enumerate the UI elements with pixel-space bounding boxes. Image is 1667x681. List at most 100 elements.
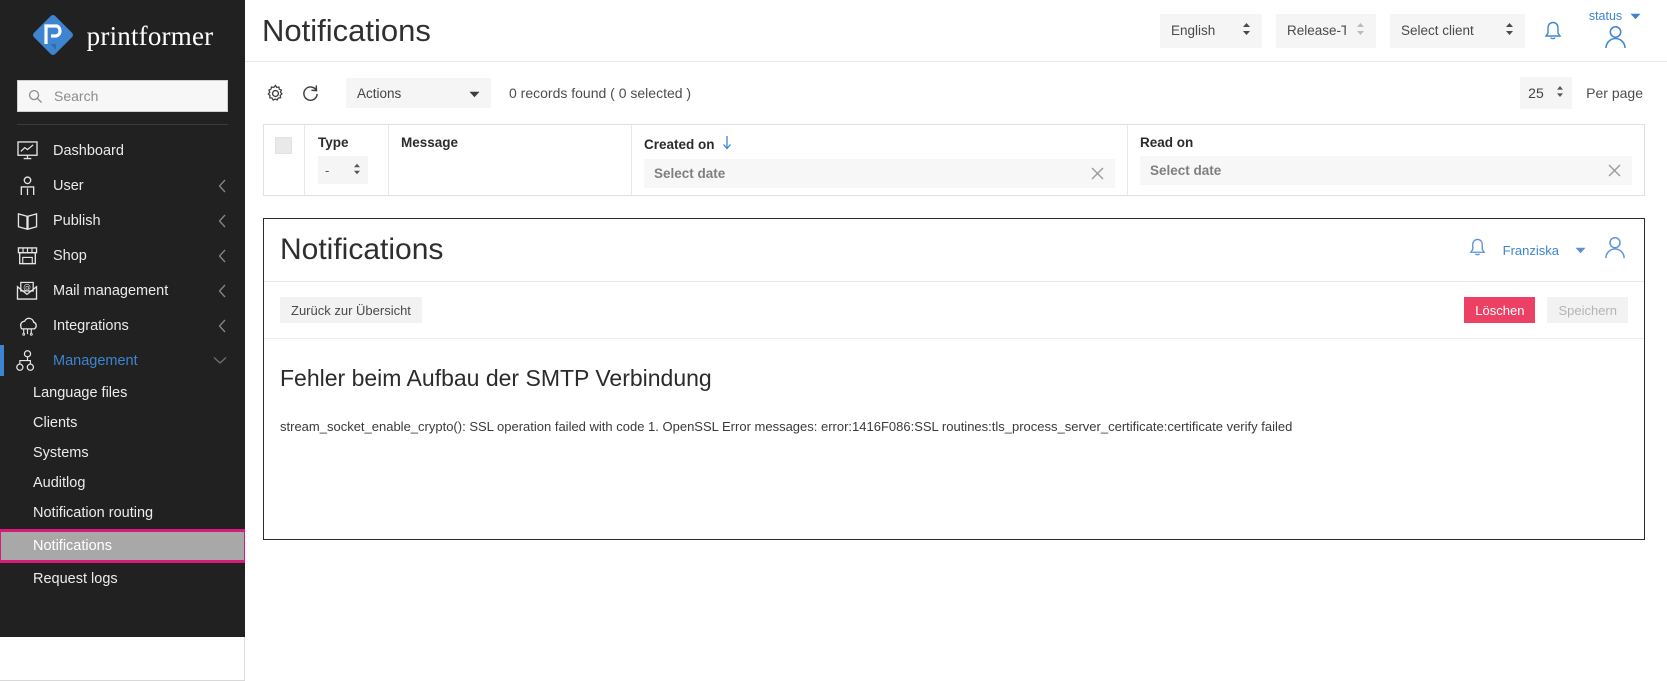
actions-dropdown-label: Actions (357, 86, 401, 101)
list-toolbar: Actions 0 records found ( 0 selected ) 2… (245, 62, 1667, 124)
client-select-value: Select client (1401, 23, 1474, 38)
detail-panel-title: Notifications (280, 235, 443, 265)
sidebar-item-label: User (53, 178, 205, 194)
column-label-type: Type (318, 135, 376, 150)
printformer-logo-icon (32, 14, 76, 58)
chevron-down-icon (213, 356, 227, 365)
sidebar-item-label: Shop (53, 248, 205, 264)
detail-panel-user-area: Franziska (1468, 235, 1628, 265)
read-on-date-filter[interactable]: Select date (1140, 156, 1632, 185)
language-select-value: English (1171, 23, 1215, 38)
sidebar-subitem-notifications[interactable]: Notifications (0, 531, 245, 561)
save-button[interactable]: Speichern (1547, 297, 1628, 323)
search-icon (28, 89, 43, 104)
sidebar-item-user[interactable]: User (0, 168, 245, 203)
search-box[interactable] (17, 80, 228, 112)
svg-text:@: @ (23, 282, 31, 291)
user-menu[interactable]: status (1581, 7, 1649, 55)
sidebar-subitem-label: Auditlog (33, 475, 85, 491)
select-all-checkbox[interactable] (275, 137, 292, 154)
updown-arrows-icon (353, 163, 361, 178)
brand-name: printformer (87, 21, 214, 52)
table-header-read-on: Read on Select date (1128, 125, 1644, 195)
chevron-left-icon (218, 214, 227, 228)
sidebar-item-publish[interactable]: Publish (0, 203, 245, 238)
notification-detail-panel: Notifications Franziska (263, 218, 1645, 540)
column-label-created-on[interactable]: Created on (644, 135, 1115, 153)
table-header-message: Message (389, 125, 632, 195)
updown-arrows-icon (1556, 85, 1564, 101)
user-status-row: status (1589, 7, 1641, 25)
monitor-chart-icon (14, 140, 40, 162)
sidebar-subitem-clients[interactable]: Clients (0, 408, 245, 438)
sidebar-subitem-label: Notification routing (33, 505, 153, 521)
bell-icon[interactable] (1468, 237, 1487, 263)
storefront-icon (14, 245, 40, 267)
header-controls: English Release-Tes (1160, 7, 1653, 55)
application-window: printformer (0, 0, 1667, 681)
sidebar-item-management[interactable]: Management (0, 343, 245, 378)
sidebar-item-mail-management[interactable]: @ Mail management (0, 273, 245, 308)
cloud-integration-icon (14, 315, 40, 337)
created-on-date-filter[interactable]: Select date (644, 159, 1115, 188)
records-count: 0 records found ( 0 selected ) (509, 85, 691, 101)
gear-icon[interactable] (266, 84, 285, 103)
back-to-overview-button[interactable]: Zurück zur Übersicht (280, 297, 422, 323)
error-title: Fehler beim Aufbau der SMTP Verbindung (280, 365, 1628, 392)
refresh-icon[interactable] (301, 84, 320, 103)
search-input[interactable] (52, 87, 217, 105)
mail-at-icon: @ (14, 280, 40, 302)
sidebar-subitem-language-files[interactable]: Language files (0, 378, 245, 408)
table-header-created-on: Created on Select date (632, 125, 1128, 195)
close-icon[interactable] (1090, 166, 1105, 181)
column-label-message: Message (401, 135, 619, 150)
read-on-date-placeholder: Select date (1150, 163, 1221, 178)
close-icon[interactable] (1607, 163, 1622, 178)
sidebar-subitem-label: Language files (33, 385, 127, 401)
user-avatar-icon[interactable] (1602, 235, 1628, 265)
bell-icon[interactable] (1539, 20, 1567, 42)
updown-arrows-icon (1505, 22, 1514, 39)
sidebar-item-integrations[interactable]: Integrations (0, 308, 245, 343)
per-page-value: 25 (1528, 85, 1544, 101)
detail-panel-header: Notifications Franziska (264, 219, 1644, 282)
delete-button[interactable]: Löschen (1464, 297, 1535, 323)
detail-panel-username[interactable]: Franziska (1503, 243, 1559, 258)
sidebar-item-shop[interactable]: Shop (0, 238, 245, 273)
sidebar-subitem-request-logs[interactable]: Request logs (0, 564, 245, 594)
main-content: Notifications English Release-Tes (245, 0, 1667, 681)
per-page-label: Per page (1586, 85, 1643, 101)
sidebar-subitem-systems[interactable]: Systems (0, 438, 245, 468)
sidebar-subitem-auditlog[interactable]: Auditlog (0, 468, 245, 498)
sidebar-divider (17, 124, 228, 125)
chevron-left-icon (218, 179, 227, 193)
sidebar-subitem-label: Systems (33, 445, 89, 461)
brand-header[interactable]: printformer (0, 0, 245, 68)
notifications-table: Type - Message Created on (263, 124, 1645, 196)
book-icon (14, 210, 40, 232)
sidebar-item-dashboard[interactable]: Dashboard (0, 133, 245, 168)
org-tree-icon (14, 350, 40, 372)
type-filter-select[interactable]: - (318, 156, 368, 184)
sidebar-item-label: Integrations (53, 318, 205, 334)
client-select[interactable]: Select client (1390, 14, 1525, 48)
release-select[interactable]: Release-Tes (1276, 14, 1376, 48)
page-header: Notifications English Release-Tes (245, 0, 1667, 62)
updown-arrows-icon (1356, 22, 1365, 39)
page-title: Notifications (245, 15, 1160, 46)
search-container (0, 68, 245, 112)
caret-down-icon (1630, 7, 1641, 25)
user-avatar-icon (1602, 24, 1629, 55)
detail-panel-body: Fehler beim Aufbau der SMTP Verbindung s… (264, 339, 1644, 436)
caret-down-icon (469, 86, 480, 101)
caret-down-icon[interactable] (1575, 241, 1586, 259)
user-status-label: status (1589, 9, 1622, 23)
language-select[interactable]: English (1160, 14, 1262, 48)
actions-dropdown[interactable]: Actions (346, 78, 491, 108)
sidebar-subitem-label: Clients (33, 415, 77, 431)
per-page-select[interactable]: 25 (1520, 77, 1572, 109)
sidebar-subitem-notification-routing[interactable]: Notification routing (0, 498, 245, 528)
error-text: stream_socket_enable_crypto(): SSL opera… (280, 418, 1628, 436)
chevron-left-icon (218, 249, 227, 263)
sidebar-item-label: Dashboard (53, 143, 227, 159)
